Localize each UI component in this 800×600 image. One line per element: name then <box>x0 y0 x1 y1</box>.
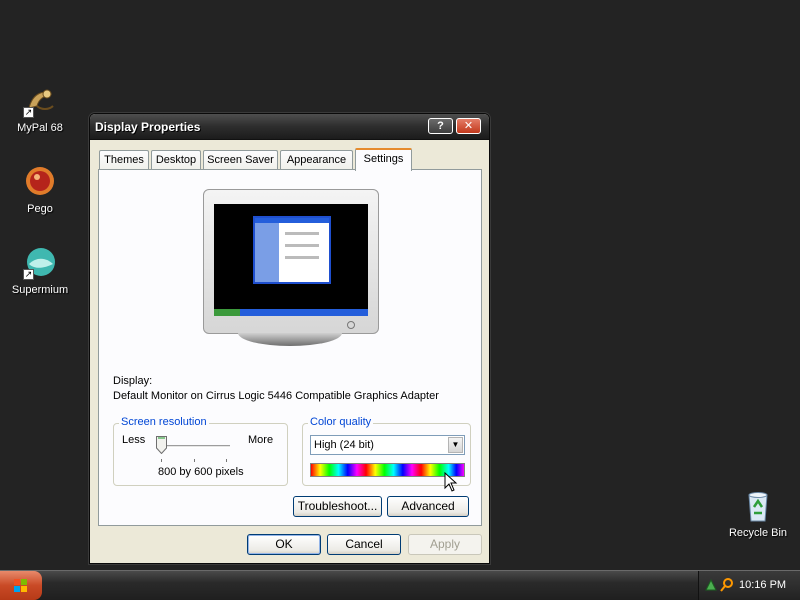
slider-tick <box>226 459 227 462</box>
taskbar-clock[interactable]: 10:16 PM <box>739 579 786 591</box>
desktop-icon-pego[interactable]: Pego <box>4 165 76 215</box>
resolution-slider-track[interactable] <box>158 445 230 448</box>
network-icon[interactable] <box>704 578 718 595</box>
color-quality-select[interactable]: High (24 bit) ▼ <box>310 435 465 455</box>
monitor-power-icon <box>347 321 355 329</box>
mouse-cursor-icon <box>444 471 458 492</box>
taskbar: 10:16 PM <box>0 570 800 600</box>
cancel-button[interactable]: Cancel <box>327 534 401 555</box>
recycle-bin-icon <box>741 489 775 523</box>
color-quality-selected: High (24 bit) <box>314 439 374 451</box>
tab-screen-saver[interactable]: Screen Saver <box>203 150 278 170</box>
troubleshoot-button[interactable]: Troubleshoot... <box>293 496 382 517</box>
desktop-icon-label: Recycle Bin <box>728 527 788 539</box>
screen-resolution-group: Screen resolution Less More 800 by 600 p… <box>113 416 288 486</box>
close-button[interactable]: ✕ <box>456 118 481 134</box>
ok-button[interactable]: OK <box>247 534 321 555</box>
slider-tick <box>194 459 195 462</box>
chevron-down-icon[interactable]: ▼ <box>448 437 463 453</box>
mypal-icon: ↗ <box>23 84 57 118</box>
shortcut-arrow-icon: ↗ <box>23 269 34 280</box>
monitor-stand <box>238 333 342 346</box>
monitor-screen <box>214 204 368 316</box>
desktop-icon-supermium[interactable]: ↗ Supermium <box>4 246 76 296</box>
windows-logo-icon <box>14 579 27 592</box>
desktop-icon-label: MyPal 68 <box>17 122 63 134</box>
help-button[interactable]: ? <box>428 118 453 134</box>
slider-less-label: Less <box>122 434 146 446</box>
desktop-icon-label: Pego <box>27 203 53 215</box>
desktop-icon-label: Supermium <box>11 284 69 296</box>
slider-tick <box>161 459 162 462</box>
supermium-icon: ↗ <box>23 246 57 280</box>
display-adapter-value: Default Monitor on Cirrus Logic 5446 Com… <box>113 390 439 402</box>
settings-panel: Display: Default Monitor on Cirrus Logic… <box>98 169 482 526</box>
desktop-icon-recycle-bin[interactable]: Recycle Bin <box>722 489 794 539</box>
monitor-preview <box>203 189 379 334</box>
desktop-icon-mypal[interactable]: ↗ MyPal 68 <box>4 84 76 134</box>
color-quality-legend: Color quality <box>308 416 374 428</box>
slider-more-label: More <box>248 434 274 446</box>
apply-button[interactable]: Apply <box>408 534 482 555</box>
color-spectrum-bar <box>310 463 465 477</box>
display-label: Display: <box>113 375 153 387</box>
preview-window-thumbnail <box>253 216 331 284</box>
tab-desktop[interactable]: Desktop <box>151 150 201 170</box>
shortcut-arrow-icon: ↗ <box>23 107 34 118</box>
resolution-value: 800 by 600 pixels <box>158 466 244 478</box>
tab-themes[interactable]: Themes <box>99 150 149 170</box>
tab-appearance[interactable]: Appearance <box>280 150 353 170</box>
tab-settings[interactable]: Settings <box>355 148 412 171</box>
screen-resolution-legend: Screen resolution <box>119 416 209 428</box>
title-bar[interactable]: Display Properties ? ✕ <box>90 114 489 140</box>
window-title: Display Properties <box>95 120 201 134</box>
start-button[interactable] <box>0 571 42 600</box>
search-icon[interactable] <box>720 578 734 595</box>
system-tray: 10:16 PM <box>698 571 800 600</box>
advanced-button[interactable]: Advanced <box>387 496 469 517</box>
resolution-slider-thumb[interactable] <box>156 436 167 455</box>
display-properties-window: Display Properties ? ✕ Themes Desktop Sc… <box>89 113 490 564</box>
pego-icon <box>23 165 57 199</box>
preview-taskbar <box>214 309 368 316</box>
